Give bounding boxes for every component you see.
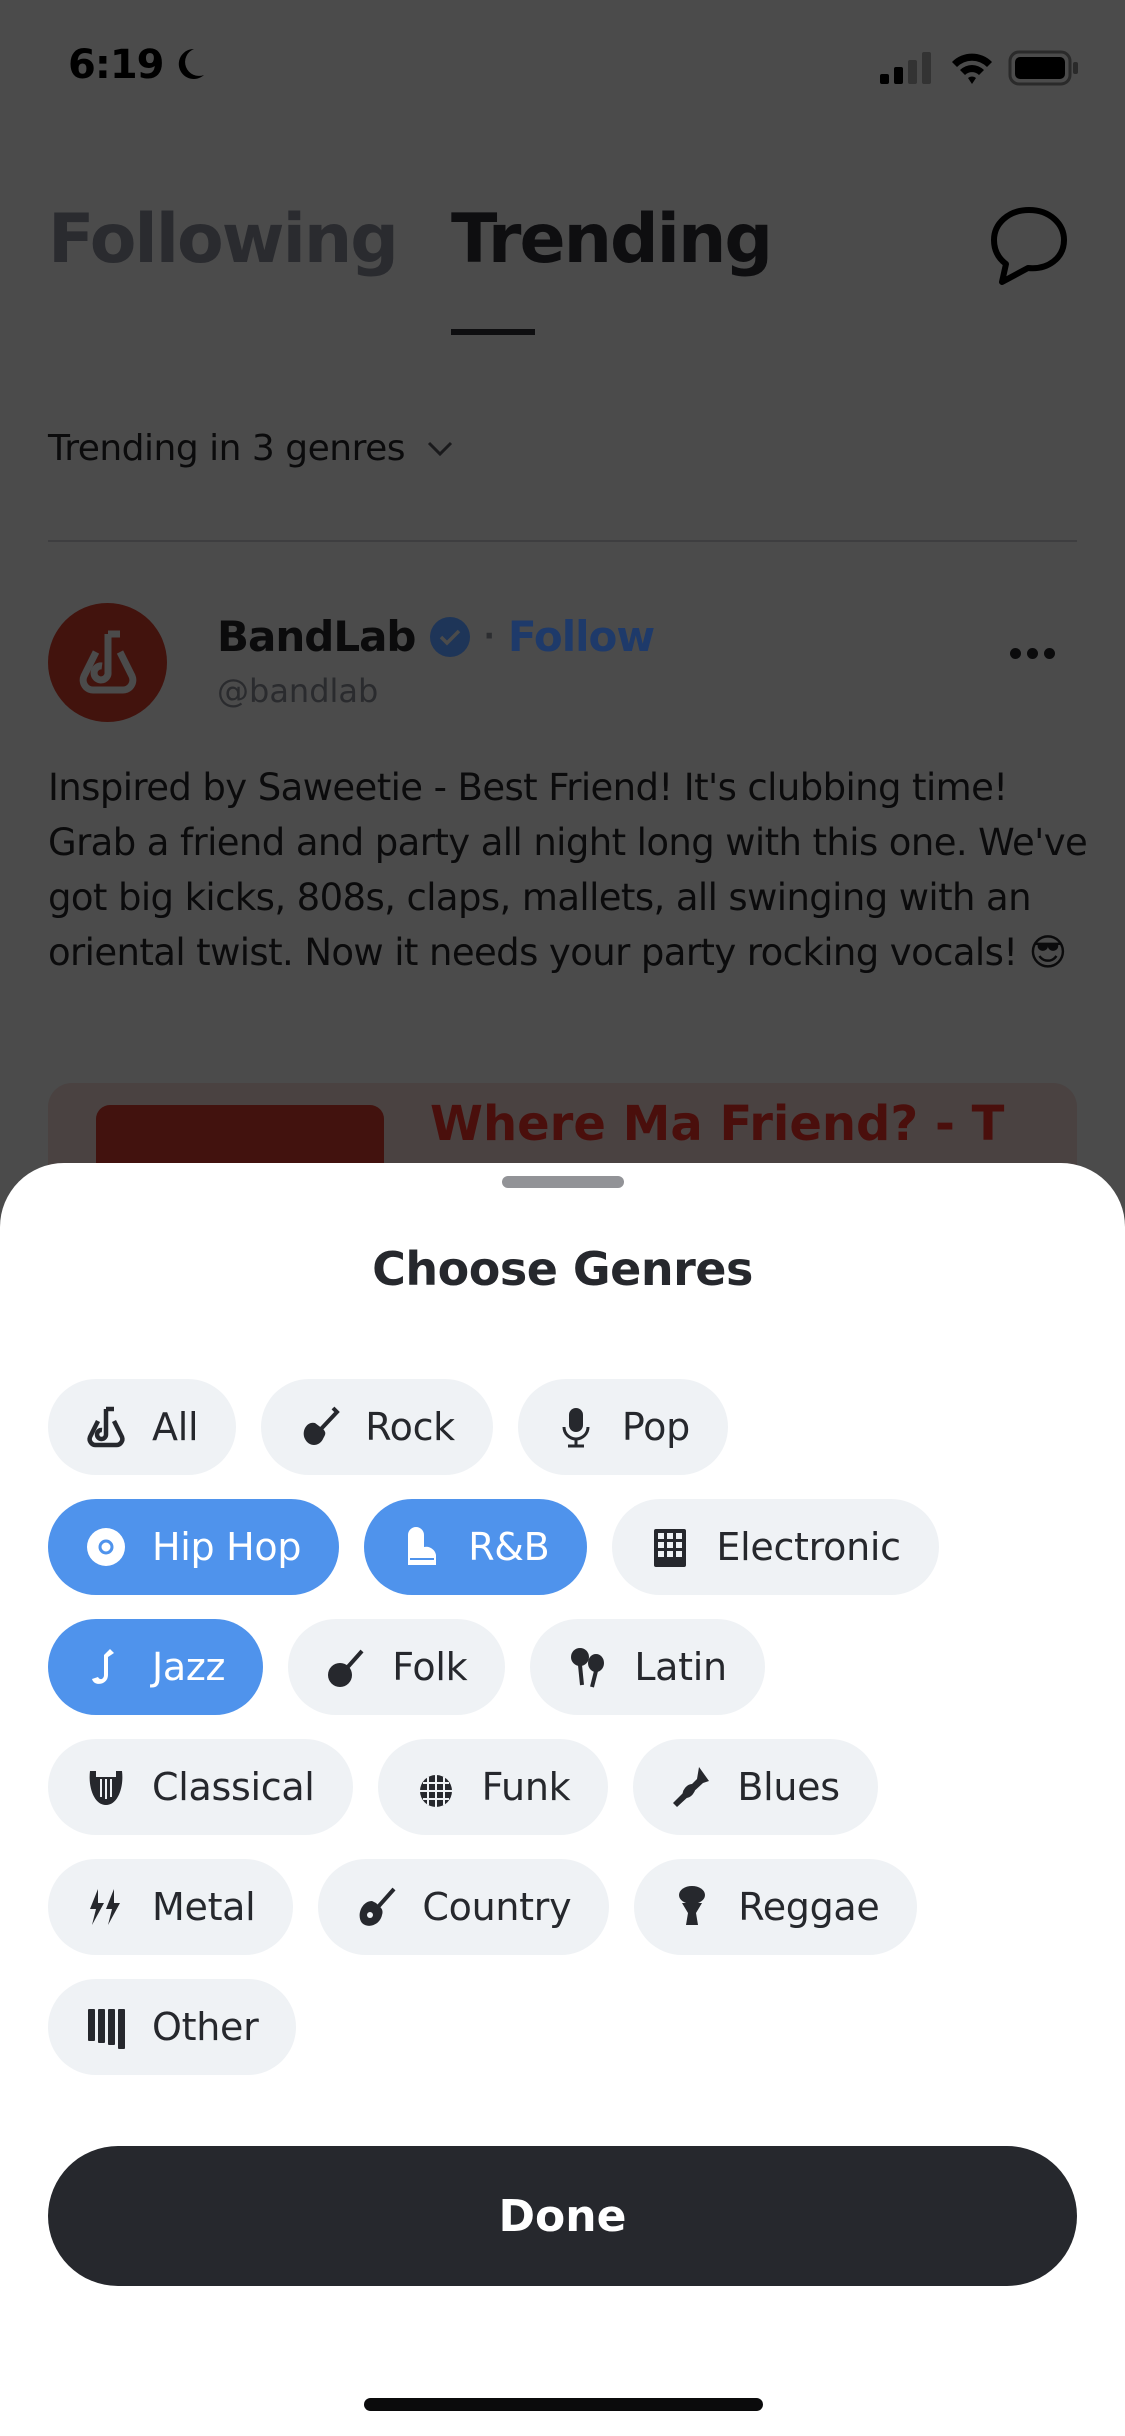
genre-chip-r-b[interactable]: R&B	[364, 1499, 588, 1595]
genre-row: All Rock Pop	[48, 1379, 1088, 1475]
genre-label: Classical	[152, 1765, 315, 1809]
genre-label: Blues	[737, 1765, 840, 1809]
maracas-icon	[571, 1648, 605, 1688]
genre-chip-pop[interactable]: Pop	[517, 1379, 728, 1475]
genre-label: Latin	[634, 1645, 727, 1689]
battery-icon	[1008, 50, 1078, 86]
bandlab-logo-icon	[79, 630, 136, 693]
genre-chip-other[interactable]: Other	[48, 1979, 297, 2075]
signal-icon	[880, 52, 931, 84]
genre-chip-electronic[interactable]: Electronic	[612, 1499, 939, 1595]
sheet-grabber[interactable]	[502, 1176, 624, 1188]
divider	[48, 540, 1077, 542]
genre-chip-funk[interactable]: Funk	[377, 1739, 609, 1835]
lyre-icon	[89, 1771, 123, 1805]
done-button[interactable]: Done	[48, 2146, 1077, 2286]
genre-label: Hip Hop	[152, 1525, 302, 1569]
electric-guitar-icon	[303, 1406, 341, 1445]
separator: ·	[483, 619, 495, 654]
genre-chip-country[interactable]: Country	[318, 1859, 610, 1955]
drum-pad-icon	[654, 1529, 687, 1567]
status-time: 6:19	[68, 42, 206, 88]
genre-label: Pop	[621, 1405, 690, 1449]
djembe-icon	[679, 1886, 706, 1925]
post-author: BandLab · Follow	[217, 612, 655, 661]
genre-row: Hip Hop R&B Electronic	[48, 1499, 1088, 1595]
sheet-title: Choose Genres	[372, 1242, 753, 1296]
trumpet-icon	[673, 1767, 710, 1807]
genre-row: Other	[48, 1979, 1088, 2075]
genre-label: Funk	[481, 1765, 571, 1809]
genre-filter-label: Trending in 3 genres	[48, 428, 405, 469]
verified-badge-icon	[429, 616, 470, 657]
genre-chip-latin[interactable]: Latin	[530, 1619, 765, 1715]
bandlab-logo-icon	[87, 1406, 125, 1448]
xylophone-icon	[88, 2009, 125, 2049]
genre-chip-all[interactable]: All	[48, 1379, 237, 1475]
banjo-icon	[328, 1649, 364, 1687]
author-handle: @bandlab	[217, 672, 379, 710]
genre-row: Jazz Folk Latin	[48, 1619, 1088, 1715]
tab-following[interactable]: Following	[48, 200, 399, 279]
genre-label: Folk	[392, 1645, 468, 1689]
genre-label: R&B	[468, 1525, 550, 1569]
follow-button[interactable]: Follow	[508, 612, 655, 661]
piano-icon	[408, 1527, 437, 1565]
vinyl-disc-icon	[87, 1528, 125, 1566]
acoustic-guitar-icon	[360, 1887, 396, 1926]
disco-ball-icon	[419, 1767, 452, 1807]
genre-chip-reggae[interactable]: Reggae	[634, 1859, 918, 1955]
lightning-icon	[90, 1889, 120, 1925]
microphone-icon	[562, 1408, 590, 1448]
genre-chip-classical[interactable]: Classical	[48, 1739, 353, 1835]
genre-label: Other	[152, 2005, 259, 2049]
genre-chip-hip-hop[interactable]: Hip Hop	[48, 1499, 340, 1595]
genre-row: Metal Country Reggae	[48, 1859, 1088, 1955]
home-indicator	[364, 2398, 763, 2411]
genre-chip-blues[interactable]: Blues	[633, 1739, 878, 1835]
genre-chip-jazz[interactable]: Jazz	[48, 1619, 264, 1715]
genre-label: Country	[422, 1885, 572, 1929]
more-options-icon[interactable]	[1010, 648, 1055, 659]
chat-bubble-icon[interactable]	[988, 204, 1070, 286]
track-title: Where Ma Friend? - T	[430, 1096, 1005, 1152]
chevron-down-icon	[427, 441, 453, 456]
wifi-icon	[952, 53, 992, 84]
active-tab-indicator	[451, 329, 535, 335]
genre-label: Electronic	[716, 1525, 901, 1569]
genre-label: Jazz	[152, 1645, 226, 1689]
genre-filter-dropdown[interactable]: Trending in 3 genres	[48, 428, 453, 469]
genre-label: Reggae	[738, 1885, 880, 1929]
moon-icon	[179, 48, 205, 79]
genre-chip-metal[interactable]: Metal	[48, 1859, 294, 1955]
genre-chips: All Rock Pop Hip Hop R&B Electronic Jazz Folk La…	[48, 1379, 1088, 2075]
author-name[interactable]: BandLab	[217, 612, 416, 661]
genre-chip-rock[interactable]: Rock	[261, 1379, 493, 1475]
genre-label: All	[152, 1405, 199, 1449]
genre-label: Metal	[152, 1885, 256, 1929]
saxophone-icon	[92, 1649, 114, 1684]
tab-trending[interactable]: Trending	[451, 200, 773, 279]
post-body: Inspired by Saweetie - Best Friend! It's…	[48, 766, 1088, 974]
avatar[interactable]	[48, 603, 167, 722]
genre-chip-folk[interactable]: Folk	[288, 1619, 506, 1715]
genre-row: Classical Funk Blues	[48, 1739, 1088, 1835]
genre-label: Rock	[365, 1405, 455, 1449]
